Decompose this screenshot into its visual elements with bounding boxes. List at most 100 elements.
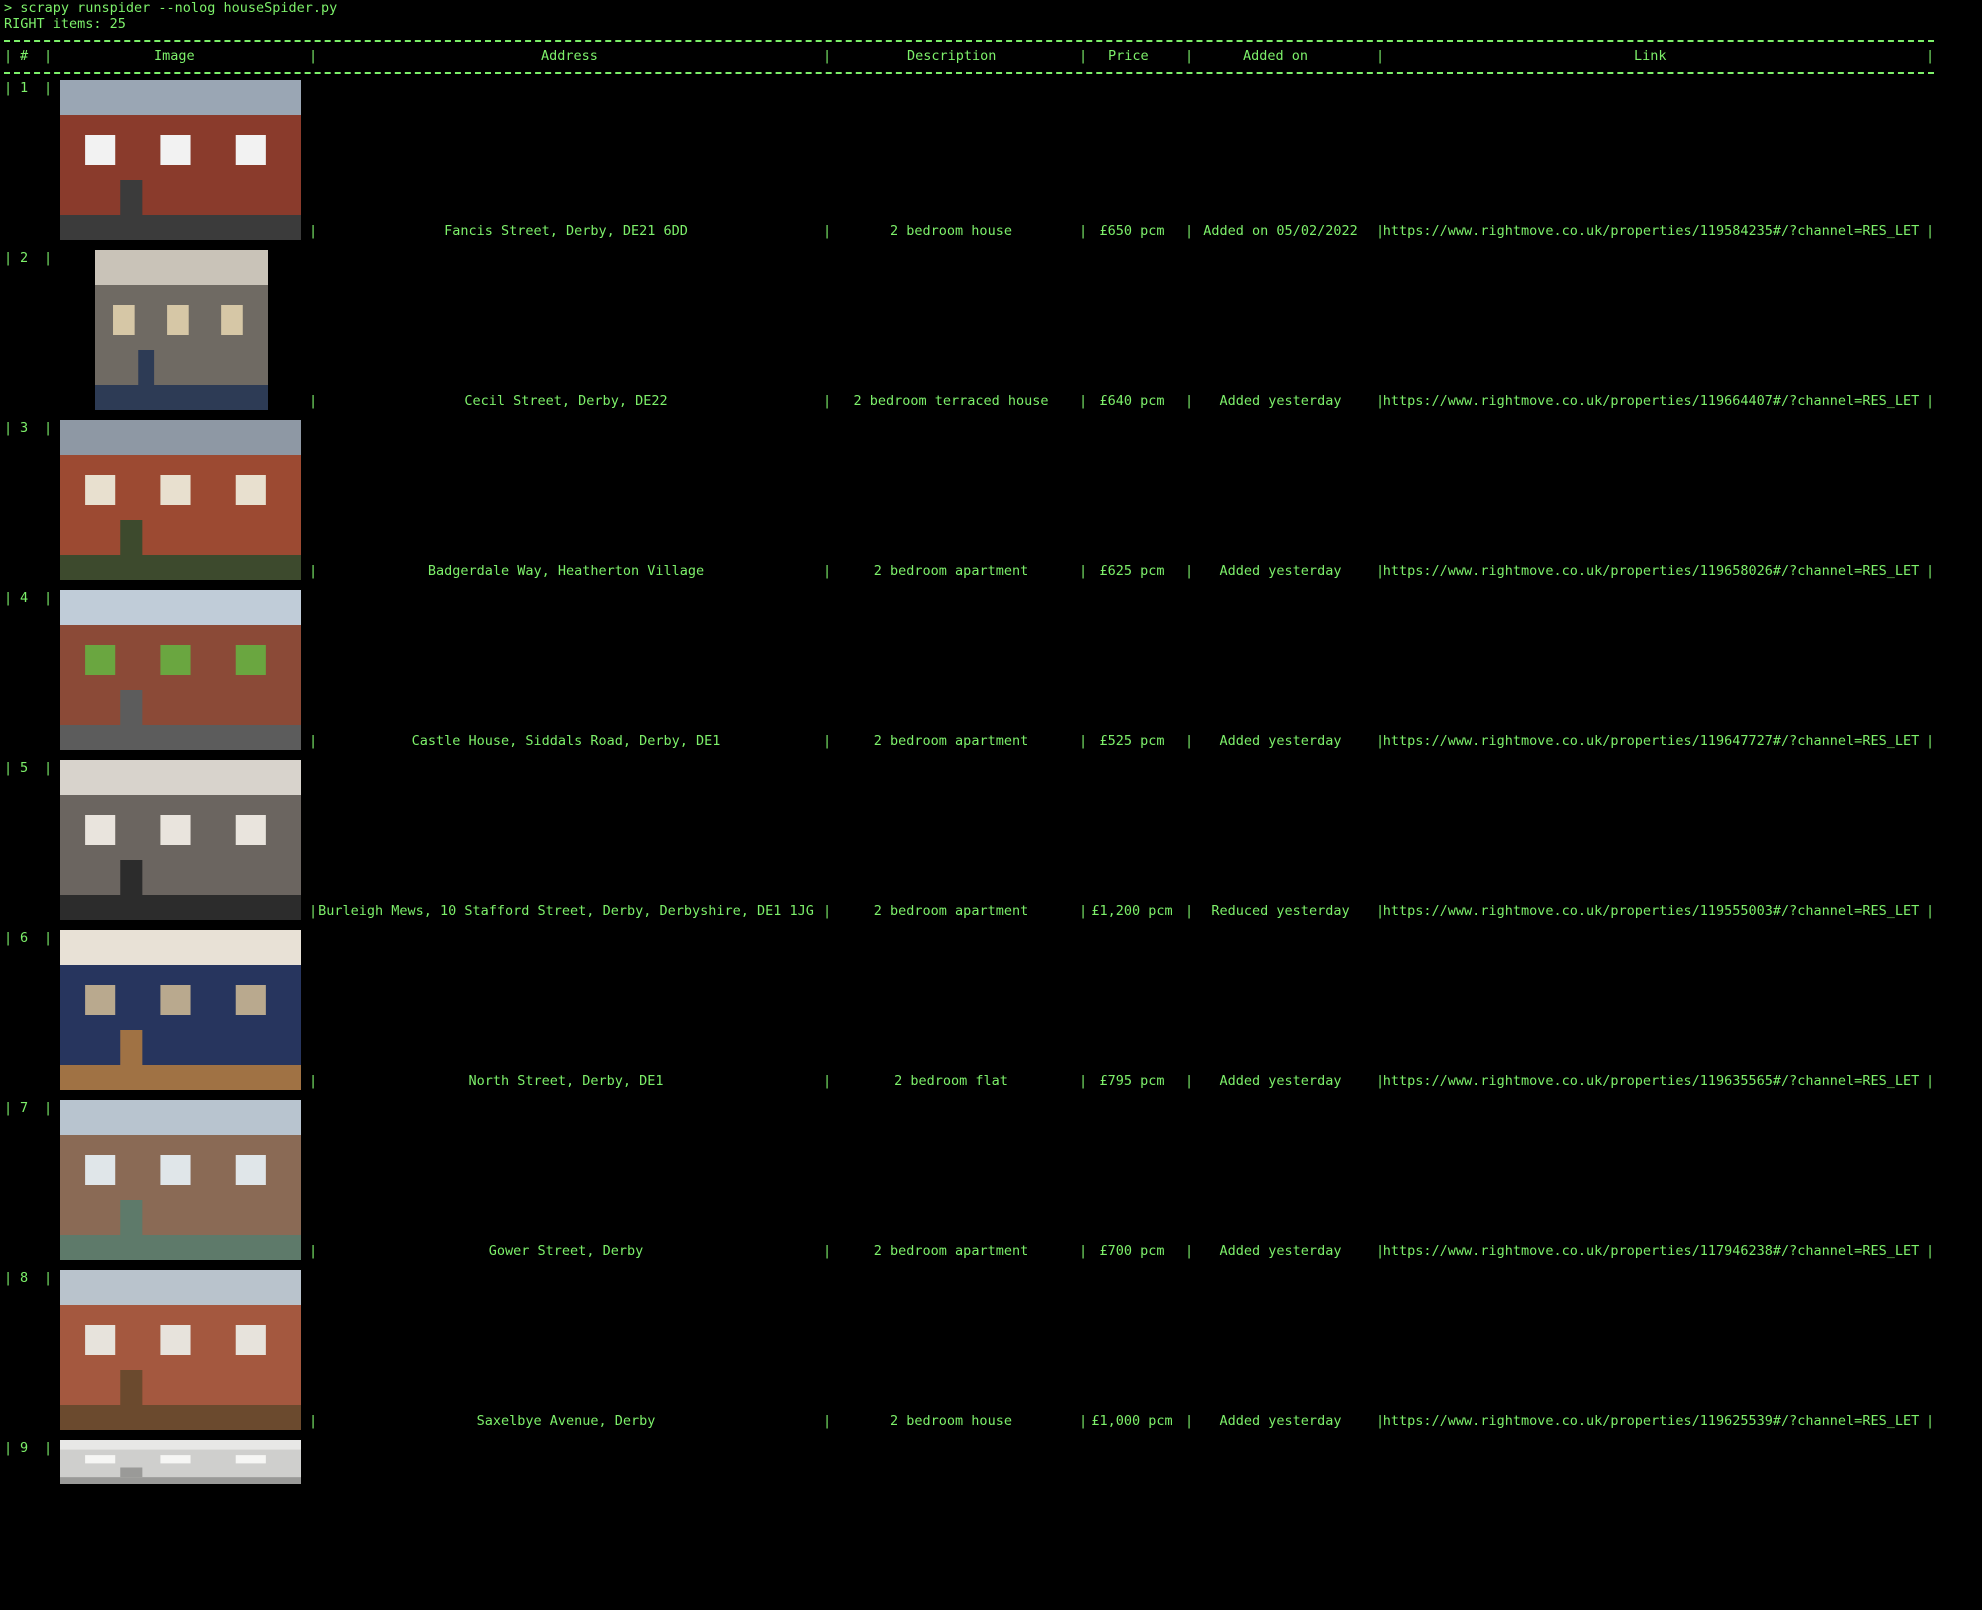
row-number: 2 <box>20 250 29 266</box>
row-price: £795 pcm <box>1099 1073 1165 1089</box>
row-bar: | <box>1079 223 1088 239</box>
table-border-header <box>4 72 1934 74</box>
row-bar: | <box>1926 393 1935 409</box>
property-image <box>60 1440 301 1484</box>
listing-link[interactable]: https://www.rightmove.co.uk/properties/1… <box>1376 733 1926 749</box>
row-bar: | <box>4 760 13 776</box>
row-price: £1,000 pcm <box>1091 1413 1173 1429</box>
row-bar: | <box>4 1440 13 1456</box>
row-bar: | <box>1926 1243 1935 1259</box>
header-description: Description <box>907 48 997 64</box>
row-price: £700 pcm <box>1099 1243 1165 1259</box>
row-bar: | <box>1185 1413 1194 1429</box>
row-bar: | <box>1926 223 1935 239</box>
row-bar: | <box>1185 903 1194 919</box>
property-image <box>60 930 301 1090</box>
row-bar: | <box>1376 1413 1385 1429</box>
header-image: Image <box>154 48 195 64</box>
row-bar: | <box>44 760 53 776</box>
row-address: Badgerdale Way, Heatherton Village <box>427 563 705 579</box>
row-number: 7 <box>20 1100 29 1116</box>
row-bar: | <box>1376 393 1385 409</box>
header-link: Link <box>1634 48 1667 64</box>
header-price: Price <box>1108 48 1149 64</box>
row-bar: | <box>44 250 53 266</box>
row-bar: | <box>823 393 832 409</box>
row-bar: | <box>44 590 53 606</box>
row-description: 2 bedroom apartment <box>873 563 1029 579</box>
row-bar: | <box>823 1243 832 1259</box>
row-bar: | <box>1079 563 1088 579</box>
row-number: 6 <box>20 930 29 946</box>
property-image <box>60 420 301 580</box>
row-address: Castle House, Siddals Road, Derby, DE1 <box>411 733 721 749</box>
table-row: | 1 | | Fancis Street, Derby, DE21 6DD 2 bedr… <box>4 80 1934 250</box>
table-row: | 8 | | Saxelbye Avenue, Derby 2 bedroom hous… <box>4 1270 1934 1440</box>
header-num: # <box>20 48 29 64</box>
terminal-window: > scrapy runspider --nolog houseSpider.p… <box>0 0 1982 1488</box>
row-added: Added on 05/02/2022 <box>1203 223 1358 239</box>
row-price: £650 pcm <box>1099 223 1165 239</box>
row-bar: | <box>1376 1243 1385 1259</box>
row-added: Added yesterday <box>1219 733 1342 749</box>
table-row: | 5 | | Burleigh Mews, 10 Stafford Street, D… <box>4 760 1934 930</box>
row-price: £625 pcm <box>1099 563 1165 579</box>
row-bar: | <box>44 1270 53 1286</box>
row-bar: | <box>1079 903 1088 919</box>
listing-link[interactable]: https://www.rightmove.co.uk/properties/1… <box>1376 223 1926 239</box>
row-address: Cecil Street, Derby, DE22 <box>464 393 668 409</box>
listing-link[interactable]: https://www.rightmove.co.uk/properties/1… <box>1376 1243 1926 1259</box>
property-image <box>60 1270 301 1430</box>
row-address: North Street, Derby, DE1 <box>468 1073 664 1089</box>
row-description: 2 bedroom apartment <box>873 1243 1029 1259</box>
row-bar: | <box>1079 1243 1088 1259</box>
row-bar: | <box>1079 733 1088 749</box>
row-bar: | <box>44 420 53 436</box>
row-added: Added yesterday <box>1219 1243 1342 1259</box>
row-number: 3 <box>20 420 29 436</box>
row-bar: | <box>4 250 13 266</box>
listing-link[interactable]: https://www.rightmove.co.uk/properties/1… <box>1376 1413 1926 1429</box>
row-bar: | <box>1185 1073 1194 1089</box>
property-image <box>60 760 301 920</box>
row-bar: | <box>1079 1413 1088 1429</box>
row-number: 4 <box>20 590 29 606</box>
row-bar: | <box>1185 1243 1194 1259</box>
row-bar: | <box>4 80 13 96</box>
row-added: Added yesterday <box>1219 1073 1342 1089</box>
listing-link[interactable]: https://www.rightmove.co.uk/properties/1… <box>1376 1073 1926 1089</box>
items-count: RIGHT items: 25 <box>4 16 126 32</box>
row-bar: | <box>1926 903 1935 919</box>
property-image <box>60 80 301 240</box>
table-row: | 6 | | North Street, Derby, DE1 2 bedroom fl… <box>4 930 1934 1100</box>
row-price: £1,200 pcm <box>1091 903 1173 919</box>
row-bar: | <box>1185 393 1194 409</box>
row-bar: | <box>1376 733 1385 749</box>
row-bar: | <box>1376 903 1385 919</box>
row-bar: | <box>1926 1413 1935 1429</box>
listing-link[interactable]: https://www.rightmove.co.uk/properties/1… <box>1376 563 1926 579</box>
row-bar: | <box>44 80 53 96</box>
row-bar: | <box>1079 1073 1088 1089</box>
header-address: Address <box>541 48 598 64</box>
listing-link[interactable]: https://www.rightmove.co.uk/properties/1… <box>1376 903 1926 919</box>
row-description: 2 bedroom flat <box>894 1073 1008 1089</box>
row-added: Added yesterday <box>1219 1413 1342 1429</box>
row-bar: | <box>1185 733 1194 749</box>
property-image <box>95 250 268 410</box>
row-bar: | <box>823 223 832 239</box>
header-added-on: Added on <box>1243 48 1309 64</box>
listing-link[interactable]: https://www.rightmove.co.uk/properties/1… <box>1376 393 1926 409</box>
row-bar: | <box>4 420 13 436</box>
row-price: £525 pcm <box>1099 733 1165 749</box>
row-bar: | <box>1079 393 1088 409</box>
row-bar: | <box>823 733 832 749</box>
table-row: | 2 | | Cecil Street, Derby, DE22 2 bedroom t… <box>4 250 1934 420</box>
row-bar: | <box>823 563 832 579</box>
row-bar: | <box>823 903 832 919</box>
row-bar: | <box>1185 563 1194 579</box>
row-address: Saxelbye Avenue, Derby <box>476 1413 656 1429</box>
row-description: 2 bedroom apartment <box>873 733 1029 749</box>
row-bar: | <box>1926 733 1935 749</box>
row-number: 5 <box>20 760 29 776</box>
